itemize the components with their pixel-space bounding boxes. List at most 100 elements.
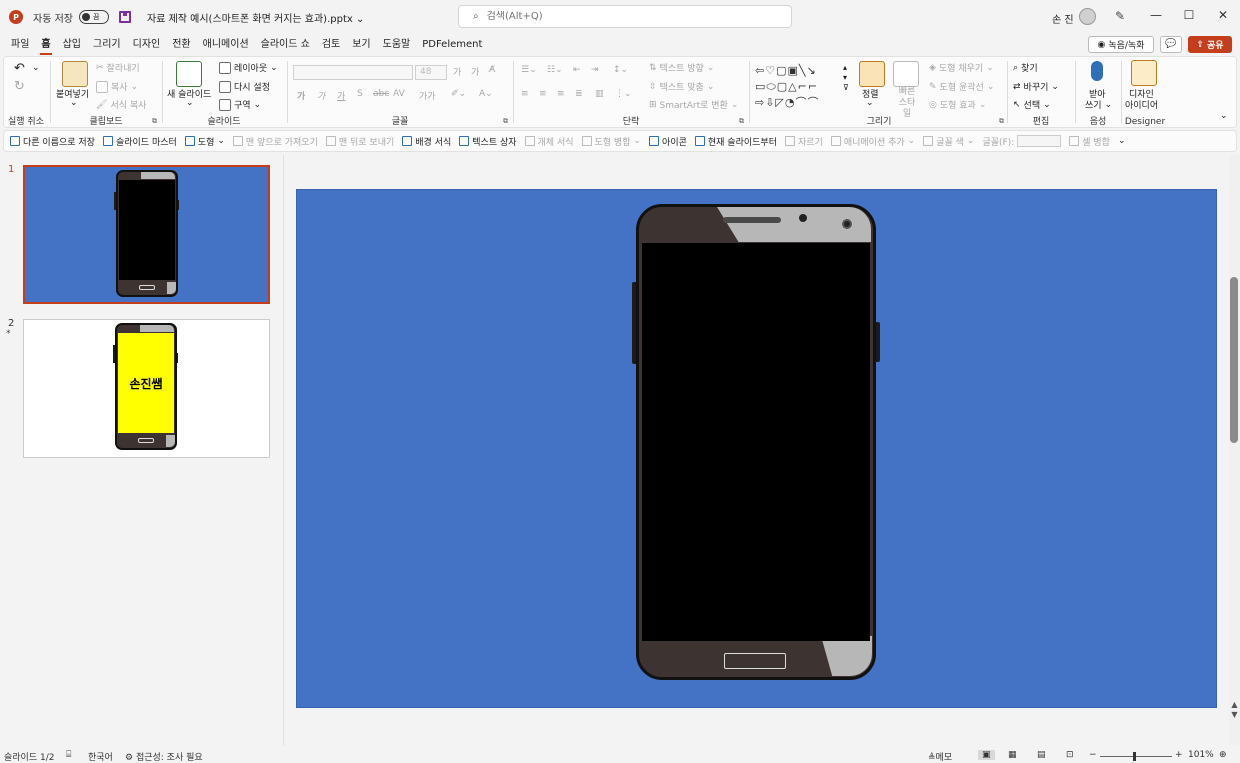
autosave-toggle[interactable]: 끔 [78, 10, 109, 24]
tab-design[interactable]: 디자인 [127, 34, 167, 56]
paste-dropdown-icon[interactable]: ⌄ [70, 98, 78, 108]
char-spacing-button[interactable]: AV [393, 89, 405, 99]
dictate-button-line2[interactable]: 쓰기 ⌄ [1085, 98, 1112, 112]
section-button[interactable]: 구역 ⌄ [219, 98, 261, 111]
font-shrink-button[interactable]: 가 [471, 65, 479, 78]
shape-effects-button[interactable]: ◎ 도형 효과 ⌄ [929, 98, 986, 112]
quick-styles-icon[interactable] [893, 61, 919, 87]
italic-button[interactable]: 가 [317, 89, 325, 102]
tab-review[interactable]: 검토 [316, 34, 346, 56]
qa-add-animation[interactable]: 애니메이션 추가 ⌄ [830, 135, 915, 148]
bold-button[interactable]: 가 [297, 89, 305, 102]
decrease-indent-icon[interactable]: ⇤ [573, 65, 581, 75]
phone-illustration[interactable] [631, 204, 883, 682]
tab-transitions[interactable]: 전환 [166, 34, 196, 56]
current-slide[interactable] [296, 189, 1217, 708]
undo-icon[interactable]: ↶ [14, 61, 25, 76]
slide-thumbnail-2[interactable]: 손진쌤 [23, 319, 270, 458]
user-name[interactable]: 손 진 [1052, 11, 1074, 26]
reading-view-icon[interactable]: ▤ [1037, 750, 1046, 760]
cut-button[interactable]: ✂ 잘라내기 [96, 61, 140, 75]
collapse-ribbon-icon[interactable]: ⌄ [1220, 111, 1228, 121]
qa-crop[interactable]: 자르기 [785, 135, 823, 148]
find-button[interactable]: ⌕ 찾기 [1013, 61, 1038, 75]
notes-button[interactable]: ≜메모 [928, 750, 952, 763]
save-icon[interactable] [118, 11, 131, 23]
search-input[interactable] [486, 11, 767, 22]
align-right-icon[interactable]: ≡ [557, 89, 565, 99]
shape-outline-button[interactable]: ✎ 도형 윤곽선 ⌄ [929, 80, 994, 94]
increase-indent-icon[interactable]: ⇥ [591, 65, 599, 75]
new-slide-icon[interactable] [176, 61, 202, 87]
layout-button[interactable]: 레이아웃 ⌄ [219, 61, 278, 74]
fit-to-window-icon[interactable]: ⊕ [1219, 750, 1227, 760]
language-indicator[interactable]: 한국어 [88, 750, 113, 763]
zoom-in-icon[interactable]: + [1175, 750, 1183, 760]
dialog-launcher-icon[interactable]: ⧉ [152, 117, 157, 126]
qa-send-to-back[interactable]: 맨 뒤로 보내기 [325, 135, 394, 148]
bullets-icon[interactable]: ☰⌄ [521, 65, 537, 75]
tab-help[interactable]: 도움말 [377, 34, 417, 56]
zoom-slider-knob[interactable] [1133, 752, 1136, 761]
select-button[interactable]: ↖ 선택 ⌄ [1013, 98, 1051, 112]
tab-view[interactable]: 보기 [346, 34, 376, 56]
tab-file[interactable]: 파일 [5, 34, 35, 56]
distribute-icon[interactable]: ⋮⌄ [615, 89, 632, 99]
dialog-launcher-icon[interactable]: ⧉ [503, 117, 508, 126]
format-painter-button[interactable]: 🖌 서식 복사 [96, 98, 146, 112]
spellcheck-icon[interactable]: ⌸ [66, 750, 71, 760]
design-ideas-line2[interactable]: 아이디어 [1125, 98, 1158, 111]
next-slide-icon[interactable]: ▼ [1231, 710, 1237, 719]
shape-fill-button[interactable]: ◈ 도형 채우기 ⌄ [929, 61, 994, 75]
qa-slide-master[interactable]: 슬라이드 마스터 [102, 135, 177, 148]
comment-button[interactable]: 💬 [1160, 36, 1182, 53]
qa-save-as[interactable]: 다른 이름으로 저장 [10, 135, 95, 148]
qa-from-current-slide[interactable]: 현재 슬라이드부터 [694, 135, 777, 148]
columns-icon[interactable]: ▥ [595, 89, 604, 99]
tab-draw[interactable]: 그리기 [87, 34, 127, 56]
tab-home[interactable]: 홈 [35, 34, 56, 56]
qa-merge-cells[interactable]: 셀 병합 [1069, 135, 1110, 148]
clear-format-icon[interactable]: A̸ [489, 65, 495, 75]
slide-thumbnail-1[interactable] [23, 165, 270, 304]
scrollbar-thumb[interactable] [1230, 277, 1238, 443]
qa-format-background[interactable]: 배경 서식 [402, 135, 451, 148]
share-button[interactable]: ⇪ 공유 [1188, 36, 1232, 53]
previous-slide-icon[interactable]: ▲ [1231, 700, 1237, 709]
qa-text-box[interactable]: 텍스트 상자 [459, 135, 517, 148]
font-size-combo[interactable]: 48 [415, 65, 447, 80]
zoom-level[interactable]: 101% [1188, 750, 1214, 760]
microphone-icon[interactable] [1091, 61, 1103, 81]
normal-view-icon[interactable]: ▣ [978, 750, 995, 760]
align-text-button[interactable]: ⇳ 텍스트 맞춤 ⌄ [649, 80, 714, 94]
new-slide-dropdown-icon[interactable]: ⌄ [186, 98, 194, 108]
line-spacing-icon[interactable]: ↕⌄ [613, 65, 628, 75]
user-avatar[interactable] [1079, 8, 1096, 25]
numbering-icon[interactable]: ☷⌄ [547, 65, 563, 75]
font-grow-button[interactable]: 가 [453, 65, 461, 78]
close-button[interactable]: ✕ [1213, 8, 1233, 22]
shadow-button[interactable]: S [357, 89, 363, 99]
document-title[interactable]: 자료 제작 예시(스마트폰 화면 커지는 효과).pptx ⌄ [147, 10, 364, 25]
paste-icon[interactable] [62, 61, 88, 87]
smartart-button[interactable]: ⊞ SmartArt로 변환 ⌄ [649, 98, 738, 112]
tab-animations[interactable]: 애니메이션 [197, 34, 255, 56]
font-color-icon[interactable]: A⌄ [479, 89, 493, 99]
qa-shapes[interactable]: 도형 ⌄ [184, 135, 225, 148]
underline-button[interactable]: 가 [337, 89, 345, 102]
font-name-combo[interactable] [293, 65, 413, 80]
qa-font-color[interactable]: 글꼴 색 ⌄ [923, 135, 974, 148]
arrange-icon[interactable] [859, 61, 885, 87]
copy-button[interactable]: 복사 ⌄ [96, 80, 138, 93]
zoom-out-icon[interactable]: − [1089, 750, 1097, 760]
redo-icon[interactable]: ↻ [14, 79, 25, 94]
shapes-gallery-scroll-icon[interactable]: ▴ ▾ ⊽ [843, 63, 849, 93]
qa-icons[interactable]: 아이콘 [649, 135, 687, 148]
slide-sorter-icon[interactable]: ▦ [1008, 750, 1017, 760]
shapes-gallery[interactable]: ⇦♡▢▣╲↘ ▭⬭▢△⌐⌐ ⇨⇩◸◔⌒⌒ [755, 63, 847, 111]
replace-button[interactable]: ⇄ 바꾸기 ⌄ [1013, 80, 1059, 94]
justify-icon[interactable]: ≣ [575, 89, 583, 99]
qa-font-combo[interactable] [1017, 135, 1062, 147]
arrange-dropdown-icon[interactable]: ⌄ [866, 98, 874, 108]
slideshow-view-icon[interactable]: ⊡ [1066, 750, 1074, 760]
